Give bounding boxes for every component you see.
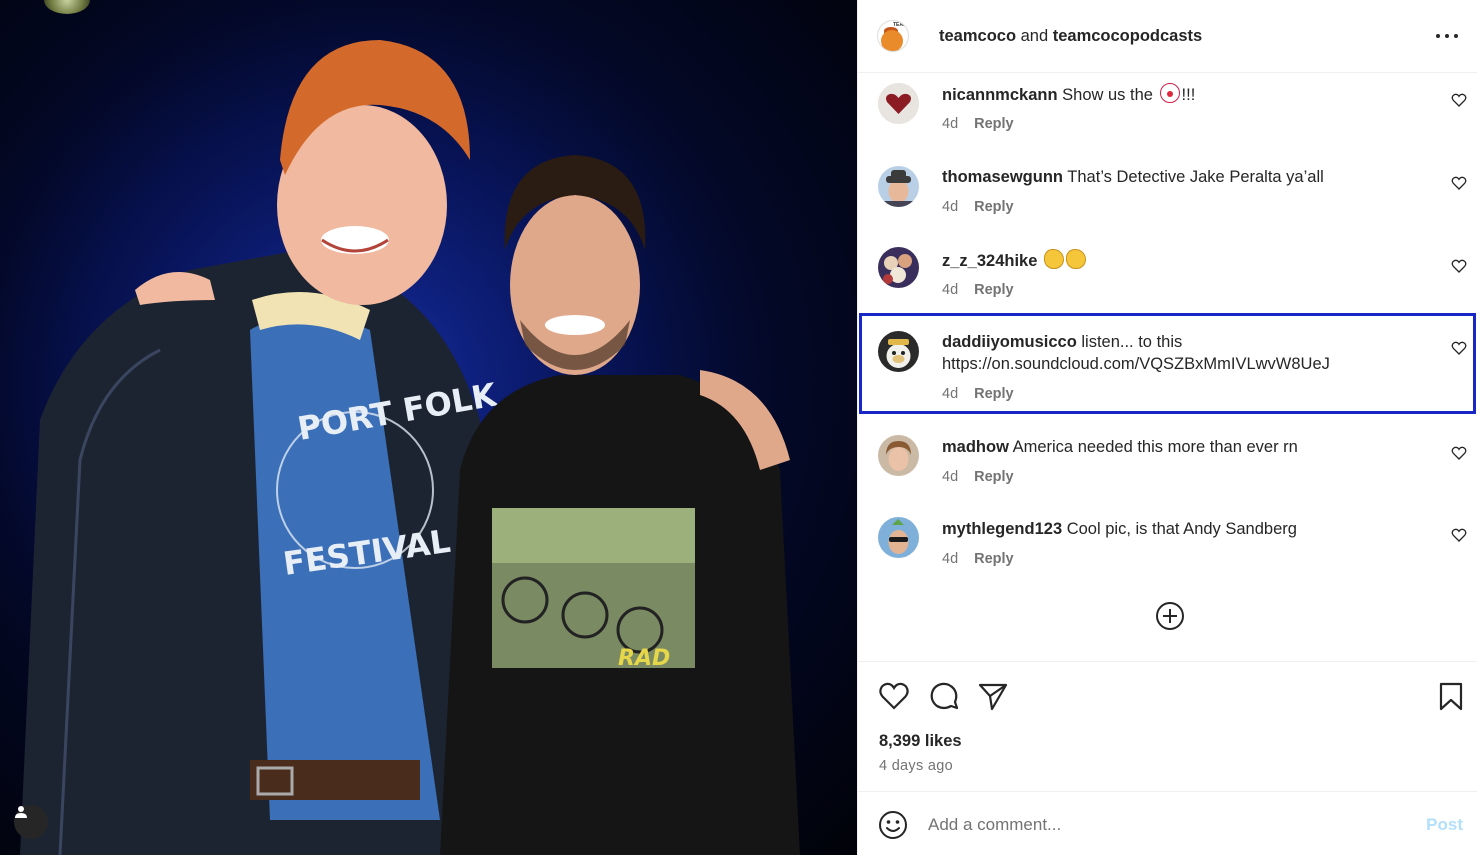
comment-text: nicannmckann Show us the !!! — [942, 83, 1422, 106]
comment-meta: 4d Reply — [942, 386, 1014, 402]
post-date[interactable]: 4 days ago — [879, 758, 953, 774]
comment-meta: 4d Reply — [942, 282, 1014, 298]
reply-button[interactable]: Reply — [974, 386, 1014, 402]
comment-username[interactable]: z_z_324hike — [942, 252, 1037, 270]
authors-joiner: and — [1016, 26, 1053, 45]
like-comment-heart-icon[interactable] — [1451, 445, 1467, 461]
reply-button[interactable]: Reply — [974, 551, 1014, 567]
comment-link[interactable]: https://on.soundcloud.com/VQSZBxMmIVLwvW… — [942, 355, 1330, 373]
svg-text:RAD: RAD — [618, 646, 670, 671]
heart-avatar-image — [878, 83, 919, 124]
author-link-2[interactable]: teamcocopodcasts — [1053, 27, 1202, 45]
reply-button[interactable]: Reply — [974, 116, 1014, 132]
more-options-icon[interactable] — [1436, 27, 1458, 45]
comment-username[interactable]: mythlegend123 — [942, 520, 1062, 538]
comment-username[interactable]: nicannmckann — [942, 86, 1058, 104]
comment-avatar[interactable] — [878, 517, 919, 558]
post-header: TEAM teamcoco and teamcocopodcasts — [858, 0, 1477, 73]
comment-message: Show us the — [1057, 86, 1158, 104]
comments-list: nicannmckann Show us the !!! 4d Reply th… — [858, 74, 1477, 661]
comment-text: z_z_324hike — [942, 249, 1422, 272]
comment-avatar[interactable] — [878, 166, 919, 207]
load-more-comments-plus-icon[interactable] — [1155, 601, 1185, 631]
like-heart-icon[interactable] — [878, 680, 910, 712]
like-comment-heart-icon[interactable] — [1451, 258, 1467, 274]
comment-input[interactable] — [928, 812, 1408, 838]
person-icon — [15, 806, 27, 818]
comment-text: thomasewgunn That’s Detective Jake Peral… — [942, 166, 1422, 188]
post-comment-button[interactable]: Post — [1426, 815, 1463, 835]
add-comment-bar: Post — [858, 791, 1477, 855]
comment-username[interactable]: thomasewgunn — [942, 168, 1063, 186]
save-bookmark-icon[interactable] — [1435, 680, 1467, 712]
reply-button[interactable]: Reply — [974, 199, 1014, 215]
like-comment-heart-icon[interactable] — [1451, 175, 1467, 191]
comment-message: That’s Detective Jake Peralta ya’all — [1063, 168, 1324, 186]
likes-count[interactable]: 8,399 likes — [879, 732, 962, 751]
comment-avatar[interactable] — [878, 247, 919, 288]
comment-meta: 4d Reply — [942, 199, 1014, 215]
comment-message — [1037, 252, 1042, 270]
man-with-hat-avatar-image — [878, 166, 919, 207]
clapping-hands-icon — [1044, 249, 1064, 269]
tagged-people-button[interactable] — [14, 805, 48, 839]
like-comment-heart-icon[interactable] — [1451, 340, 1467, 356]
comment-text: madhow America needed this more than eve… — [942, 436, 1422, 458]
like-comment-heart-icon[interactable] — [1451, 92, 1467, 108]
reply-button[interactable]: Reply — [974, 469, 1014, 485]
comment-age: 4d — [942, 282, 959, 298]
avatar-face — [881, 30, 903, 51]
comment-age: 4d — [942, 386, 959, 402]
like-comment-heart-icon[interactable] — [1451, 527, 1467, 543]
comment-username[interactable]: daddiiyomusicco — [942, 333, 1077, 351]
comment-avatar[interactable] — [878, 331, 919, 372]
dog-avatar-image — [878, 331, 919, 372]
comment-bubble-icon[interactable] — [928, 680, 960, 712]
man-with-sunglasses-avatar-image — [878, 517, 919, 558]
emoji-smiley-icon[interactable] — [878, 810, 908, 840]
comment-age: 4d — [942, 551, 959, 567]
comment-message: listen... to this — [1076, 333, 1183, 351]
reply-button[interactable]: Reply — [974, 282, 1014, 298]
comment-age: 4d — [942, 199, 959, 215]
comment-meta: 4d Reply — [942, 469, 1014, 485]
comment-message-suffix: !!! — [1181, 86, 1196, 104]
author-avatar[interactable]: TEAM — [877, 20, 909, 52]
comment-message: Cool pic, is that Andy Sandberg — [1062, 520, 1297, 538]
comment-text: mythlegend123 Cool pic, is that Andy San… — [942, 518, 1422, 540]
comment-age: 4d — [942, 116, 959, 132]
clapping-hands-icon — [1066, 249, 1086, 269]
avatar-logo-text: TEAM — [893, 22, 908, 28]
comment-avatar[interactable] — [878, 435, 919, 476]
comment-age: 4d — [942, 469, 959, 485]
share-paper-plane-icon[interactable] — [977, 680, 1009, 712]
comment-text: daddiiyomusicco listen... to this https:… — [942, 331, 1422, 375]
post-authors: teamcoco and teamcocopodcasts — [939, 27, 1202, 46]
author-link-1[interactable]: teamcoco — [939, 27, 1016, 45]
post-panel: TEAM teamcoco and teamcocopodcasts nican… — [857, 0, 1477, 855]
post-photo[interactable]: PORT FOLK FESTIVAL RAD — [0, 0, 857, 855]
post-actions: 8,399 likes 4 days ago — [858, 661, 1477, 791]
group-avatar-image — [878, 247, 919, 288]
comment-meta: 4d Reply — [942, 116, 1014, 132]
comment-username[interactable]: madhow — [942, 438, 1009, 456]
comment-meta: 4d Reply — [942, 551, 1014, 567]
woman-avatar-image — [878, 435, 919, 476]
comment-message: America needed this more than ever rn — [1008, 438, 1298, 456]
photo-illustration: PORT FOLK FESTIVAL RAD — [0, 0, 857, 855]
clown-face-icon — [1159, 83, 1180, 103]
comment-avatar[interactable] — [878, 83, 919, 124]
